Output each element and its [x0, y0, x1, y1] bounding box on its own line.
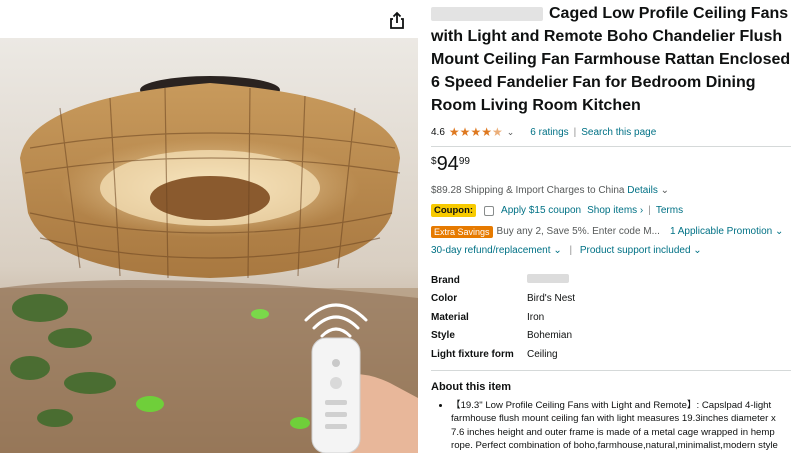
coupon-checkbox[interactable]	[484, 205, 495, 216]
spec-value: Bird's Nest	[527, 293, 576, 305]
star-half-icon: ★	[491, 125, 503, 139]
spec-value: Ceiling	[527, 348, 558, 360]
specs-table: Brand Color Bird's Nest Material Iron St…	[431, 271, 575, 364]
product-title: Caged Low Profile Ceiling Fans with Ligh…	[431, 2, 791, 117]
divider	[431, 146, 791, 147]
chevron-down-icon[interactable]: ⌄	[693, 245, 701, 256]
spec-row: Light fixture form Ceiling	[431, 345, 575, 364]
product-image-panel	[0, 0, 418, 453]
spec-value: Iron	[527, 311, 545, 323]
spec-key: Light fixture form	[431, 348, 514, 360]
brand-value-redacted	[527, 274, 569, 284]
spec-value	[527, 271, 575, 290]
search-this-page-link[interactable]: Search this page	[581, 127, 656, 138]
spec-key: Color	[431, 293, 458, 305]
support-link[interactable]: Product support included	[580, 245, 691, 256]
spec-key: Material	[431, 311, 469, 323]
star-rating[interactable]: ★ ★ ★ ★ ★	[449, 126, 503, 138]
coupon-row: Coupon: Apply $15 coupon Shop items › | …	[431, 203, 791, 218]
coupon-badge: Coupon:	[431, 204, 477, 217]
spec-row: Material Iron	[431, 308, 575, 327]
product-title-text: Caged Low Profile Ceiling Fans with Ligh…	[431, 5, 791, 114]
savings-row: Extra Savings Buy any 2, Save 5%. Enter …	[431, 224, 791, 239]
terms-link[interactable]: Terms	[656, 205, 683, 216]
chevron-down-icon[interactable]: ⌄	[507, 127, 515, 138]
shipping-amount: $89.28	[431, 185, 462, 196]
about-list: 【19.3" Low Profile Ceiling Fans with Lig…	[431, 399, 791, 453]
separator: |	[648, 205, 651, 216]
divider	[431, 369, 791, 371]
star-icon: ★	[481, 125, 492, 139]
price-fraction: 99	[458, 156, 470, 167]
promotion-link[interactable]: 1 Applicable Promotion	[670, 226, 772, 237]
star-icon: ★	[459, 125, 471, 139]
spec-row: Color Bird's Nest	[431, 290, 575, 309]
share-icon[interactable]	[386, 10, 408, 32]
separator: |	[569, 245, 573, 256]
spec-row: Brand	[431, 271, 575, 290]
returns-row: 30-day refund/replacement ⌄ | Product su…	[431, 245, 791, 259]
price-whole: 94	[436, 153, 459, 175]
product-details: Caged Low Profile Ceiling Fans with Ligh…	[431, 0, 791, 453]
star-icon: ★	[470, 125, 482, 139]
chevron-right-icon[interactable]: ›	[637, 205, 643, 216]
savings-badge: Extra Savings	[431, 225, 493, 238]
about-title: About this item	[431, 380, 512, 393]
coupon-text[interactable]: Apply $15 coupon	[501, 205, 581, 216]
spec-key: Style	[431, 330, 455, 342]
chevron-down-icon[interactable]: ⌄	[772, 226, 783, 237]
savings-text: Buy any 2, Save 5%. Enter code M...	[496, 226, 660, 237]
shipping-info: $89.28 Shipping & Import Charges to Chin…	[431, 185, 791, 196]
about-bullet: 【19.3" Low Profile Ceiling Fans with Lig…	[451, 399, 791, 453]
chevron-down-icon[interactable]: ⌄	[661, 185, 669, 196]
shipping-text: Shipping & Import Charges to China	[464, 185, 625, 196]
returns-link[interactable]: 30-day refund/replacement	[431, 245, 551, 256]
chevron-down-icon[interactable]: ⌄	[553, 245, 561, 256]
rating-value: 4.6	[431, 126, 445, 138]
spec-row: Style Bohemian	[431, 327, 575, 346]
price: $ 94 99	[431, 153, 791, 177]
separator: |	[573, 126, 577, 138]
spec-value: Bohemian	[527, 330, 573, 342]
shipping-details-link[interactable]: Details	[627, 185, 658, 196]
spec-key: Brand	[431, 274, 460, 286]
rating-row: 4.6 ★ ★ ★ ★ ★ ⌄ 6 ratings | Search this …	[431, 124, 791, 140]
brand-redacted	[431, 6, 543, 21]
star-icon: ★	[448, 125, 460, 139]
shop-items-link[interactable]: Shop items	[587, 205, 637, 216]
ratings-count-link[interactable]: 6 ratings	[530, 127, 568, 138]
product-main-image[interactable]	[0, 38, 418, 453]
